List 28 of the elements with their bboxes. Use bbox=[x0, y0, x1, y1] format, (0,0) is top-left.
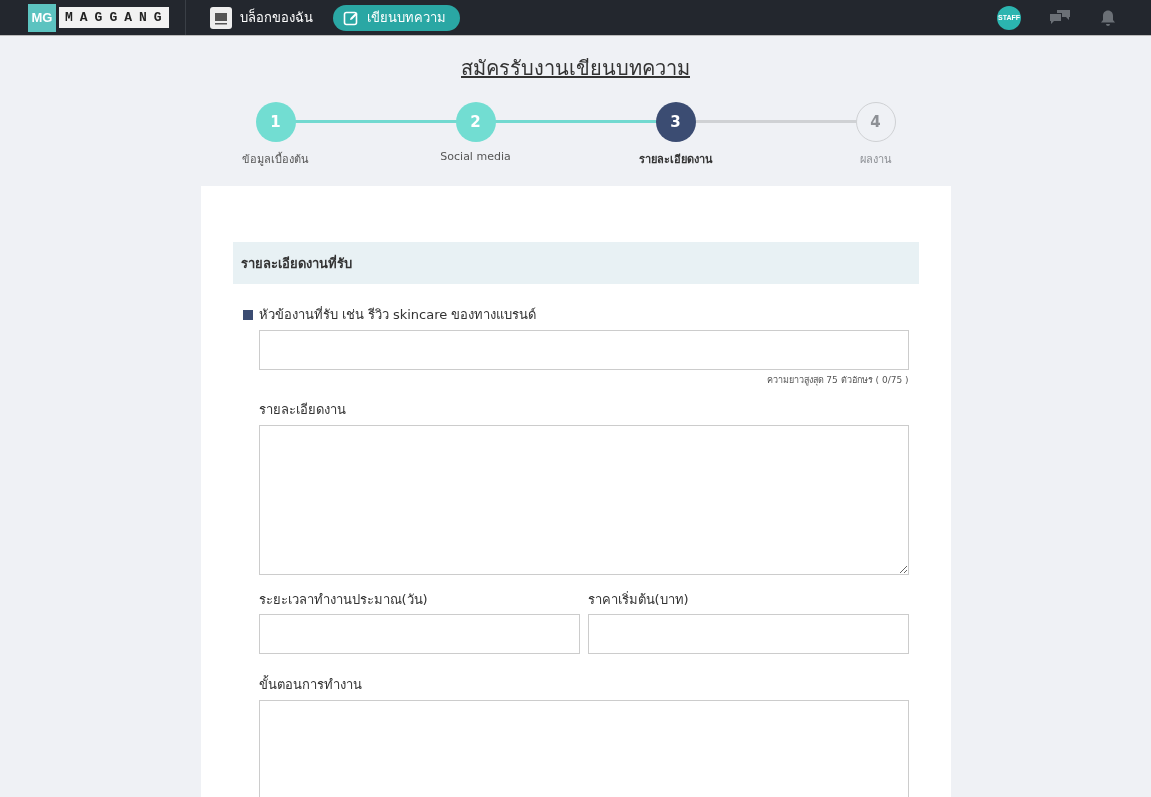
field-label: ราคาเริ่มต้น(บาท) bbox=[587, 590, 690, 609]
step-label: รายละเอียดงาน bbox=[638, 152, 713, 168]
edit-icon bbox=[342, 9, 359, 26]
character-counter: ความยาวสูงสุด 75 ตัวอักษร ( 0/75 ) bbox=[765, 374, 909, 387]
field-label: ระยะเวลาทำงานประมาณ(วัน) bbox=[258, 591, 429, 609]
section-title: รายละเอียดงานที่รับ bbox=[240, 253, 352, 273]
logo-wordmark: MAGGANG bbox=[59, 7, 169, 28]
step-circle: 1 bbox=[255, 102, 296, 142]
step-circle: 4 bbox=[855, 102, 896, 142]
write-article-button[interactable]: เขียนบทความ bbox=[332, 4, 460, 31]
text-area[interactable] bbox=[258, 425, 909, 575]
notification-bell-icon[interactable] bbox=[1099, 8, 1117, 27]
chat-icon[interactable] bbox=[1049, 8, 1071, 27]
step-label: ข้อมูลเบื้องต้น bbox=[242, 151, 309, 168]
blog-logo-icon bbox=[209, 6, 232, 29]
step-circle: 2 bbox=[455, 102, 496, 142]
field-label: รายละเอียดงาน bbox=[258, 401, 346, 419]
input-field[interactable] bbox=[258, 330, 909, 370]
step-label: ผลงาน bbox=[859, 152, 892, 168]
field-label: ขั้นตอนการทำงาน bbox=[258, 674, 362, 694]
logo-cube[interactable]: MG bbox=[28, 3, 56, 32]
my-blog-link[interactable]: บล็อกของฉัน bbox=[209, 6, 313, 29]
step-label: Social media bbox=[440, 150, 511, 163]
input-field[interactable] bbox=[587, 614, 909, 654]
step-circle: 3 bbox=[655, 102, 696, 142]
input-field[interactable] bbox=[258, 614, 580, 654]
field-label: หัวข้องานที่รับ เช่น รีวิว skincare ของทางแบรนด์ bbox=[258, 305, 537, 324]
page-title: สมัครรับงานเขียนบทความ bbox=[460, 55, 691, 82]
